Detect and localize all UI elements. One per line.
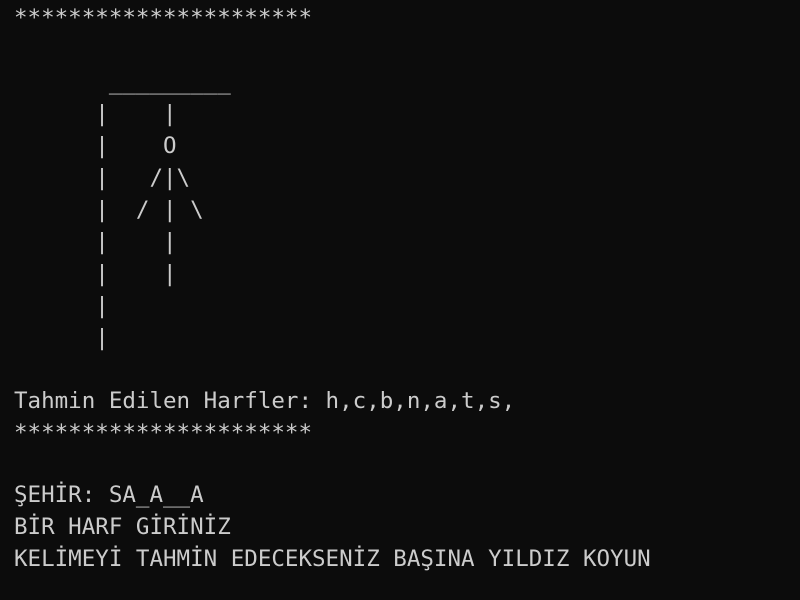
separator-bottom: ********************** [14,420,313,446]
hangman-body: | | [14,229,177,255]
city-word-display: ŞEHİR: SA_A__A [14,482,204,508]
terminal-window[interactable]: ********************** _________ | | | O… [0,0,800,600]
guessed-letters: Tahmin Edilen Harfler: h,c,b,n,a,t,s, [14,388,516,414]
separator-top: ********************** [14,5,313,31]
hangman-lower-arms: | / | \ [14,197,204,223]
hangman-head: | O [14,133,177,159]
gallows-top-beam: _________ [14,69,231,95]
prompt-enter-letter: BİR HARF GİRİNİZ [14,514,231,540]
gallows-post: | [14,293,109,319]
hangman-body-lower: | | [14,261,177,287]
gallows-post-base: | [14,325,109,351]
hangman-upper-arms: | /|\ [14,165,191,191]
gallows-rope: | | [14,101,177,127]
prompt-guess-word: KELİMEYİ TAHMİN EDECEKSENİZ BAŞINA YILDI… [14,546,651,572]
